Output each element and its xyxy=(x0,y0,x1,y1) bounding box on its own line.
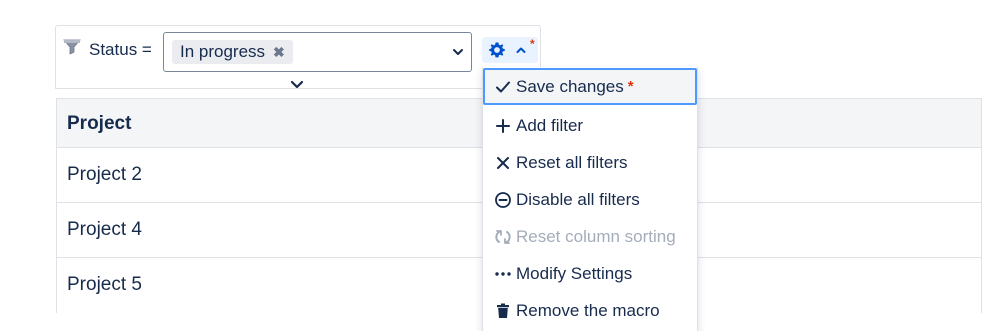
menu-item-modify-settings[interactable]: Modify Settings xyxy=(483,255,697,292)
refresh-icon xyxy=(495,229,511,244)
chip-label: In progress xyxy=(180,42,266,61)
chevron-down-icon[interactable] xyxy=(451,45,465,59)
minus-circle-icon xyxy=(495,191,511,208)
menu-item-add-filter[interactable]: Add filter xyxy=(483,107,697,144)
menu-item-label: Add filter xyxy=(516,115,584,135)
modified-marker: * xyxy=(530,37,535,51)
filter-label: Status = xyxy=(89,40,152,59)
menu-item-disable-all-filters[interactable]: Disable all filters xyxy=(483,181,697,218)
menu-item-label: Disable all filters xyxy=(516,189,640,209)
menu-item-label: Save changes xyxy=(516,76,624,96)
menu-item-label: Reset column sorting xyxy=(516,226,676,246)
menu-item-save-changes[interactable]: Save changes * xyxy=(483,68,697,105)
menu-item-label: Modify Settings xyxy=(516,263,633,283)
column-header-project[interactable]: Project xyxy=(67,113,131,135)
collapse-chevron-icon[interactable] xyxy=(290,80,304,90)
menu-item-remove-macro[interactable]: Remove the macro xyxy=(483,292,697,329)
menu-item-label: Reset all filters xyxy=(516,152,628,172)
close-icon xyxy=(497,156,509,169)
menu-item-reset-column-sorting: Reset column sorting xyxy=(483,218,697,255)
menu-item-label: Remove the macro xyxy=(516,300,660,320)
gear-icon xyxy=(489,42,505,58)
ellipsis-icon xyxy=(495,271,511,276)
trash-icon xyxy=(497,303,509,318)
check-icon xyxy=(496,81,510,92)
settings-dropdown-menu: Save changes * Add filter Reset all filt… xyxy=(482,67,698,331)
chevron-up-icon xyxy=(516,47,526,53)
table-cell: Project 5 xyxy=(67,274,142,295)
menu-item-reset-all-filters[interactable]: Reset all filters xyxy=(483,144,697,181)
filter-funnel-icon xyxy=(63,39,81,55)
table-cell: Project 4 xyxy=(67,219,142,240)
settings-menu-button[interactable]: * xyxy=(482,37,538,63)
status-select[interactable]: In progress ✖ xyxy=(163,32,472,72)
selected-value-chip: In progress ✖ xyxy=(172,40,293,64)
chip-remove-icon[interactable]: ✖ xyxy=(273,44,285,61)
unsaved-marker: * xyxy=(627,78,634,95)
plus-icon xyxy=(496,118,510,133)
table-cell: Project 2 xyxy=(67,164,142,185)
